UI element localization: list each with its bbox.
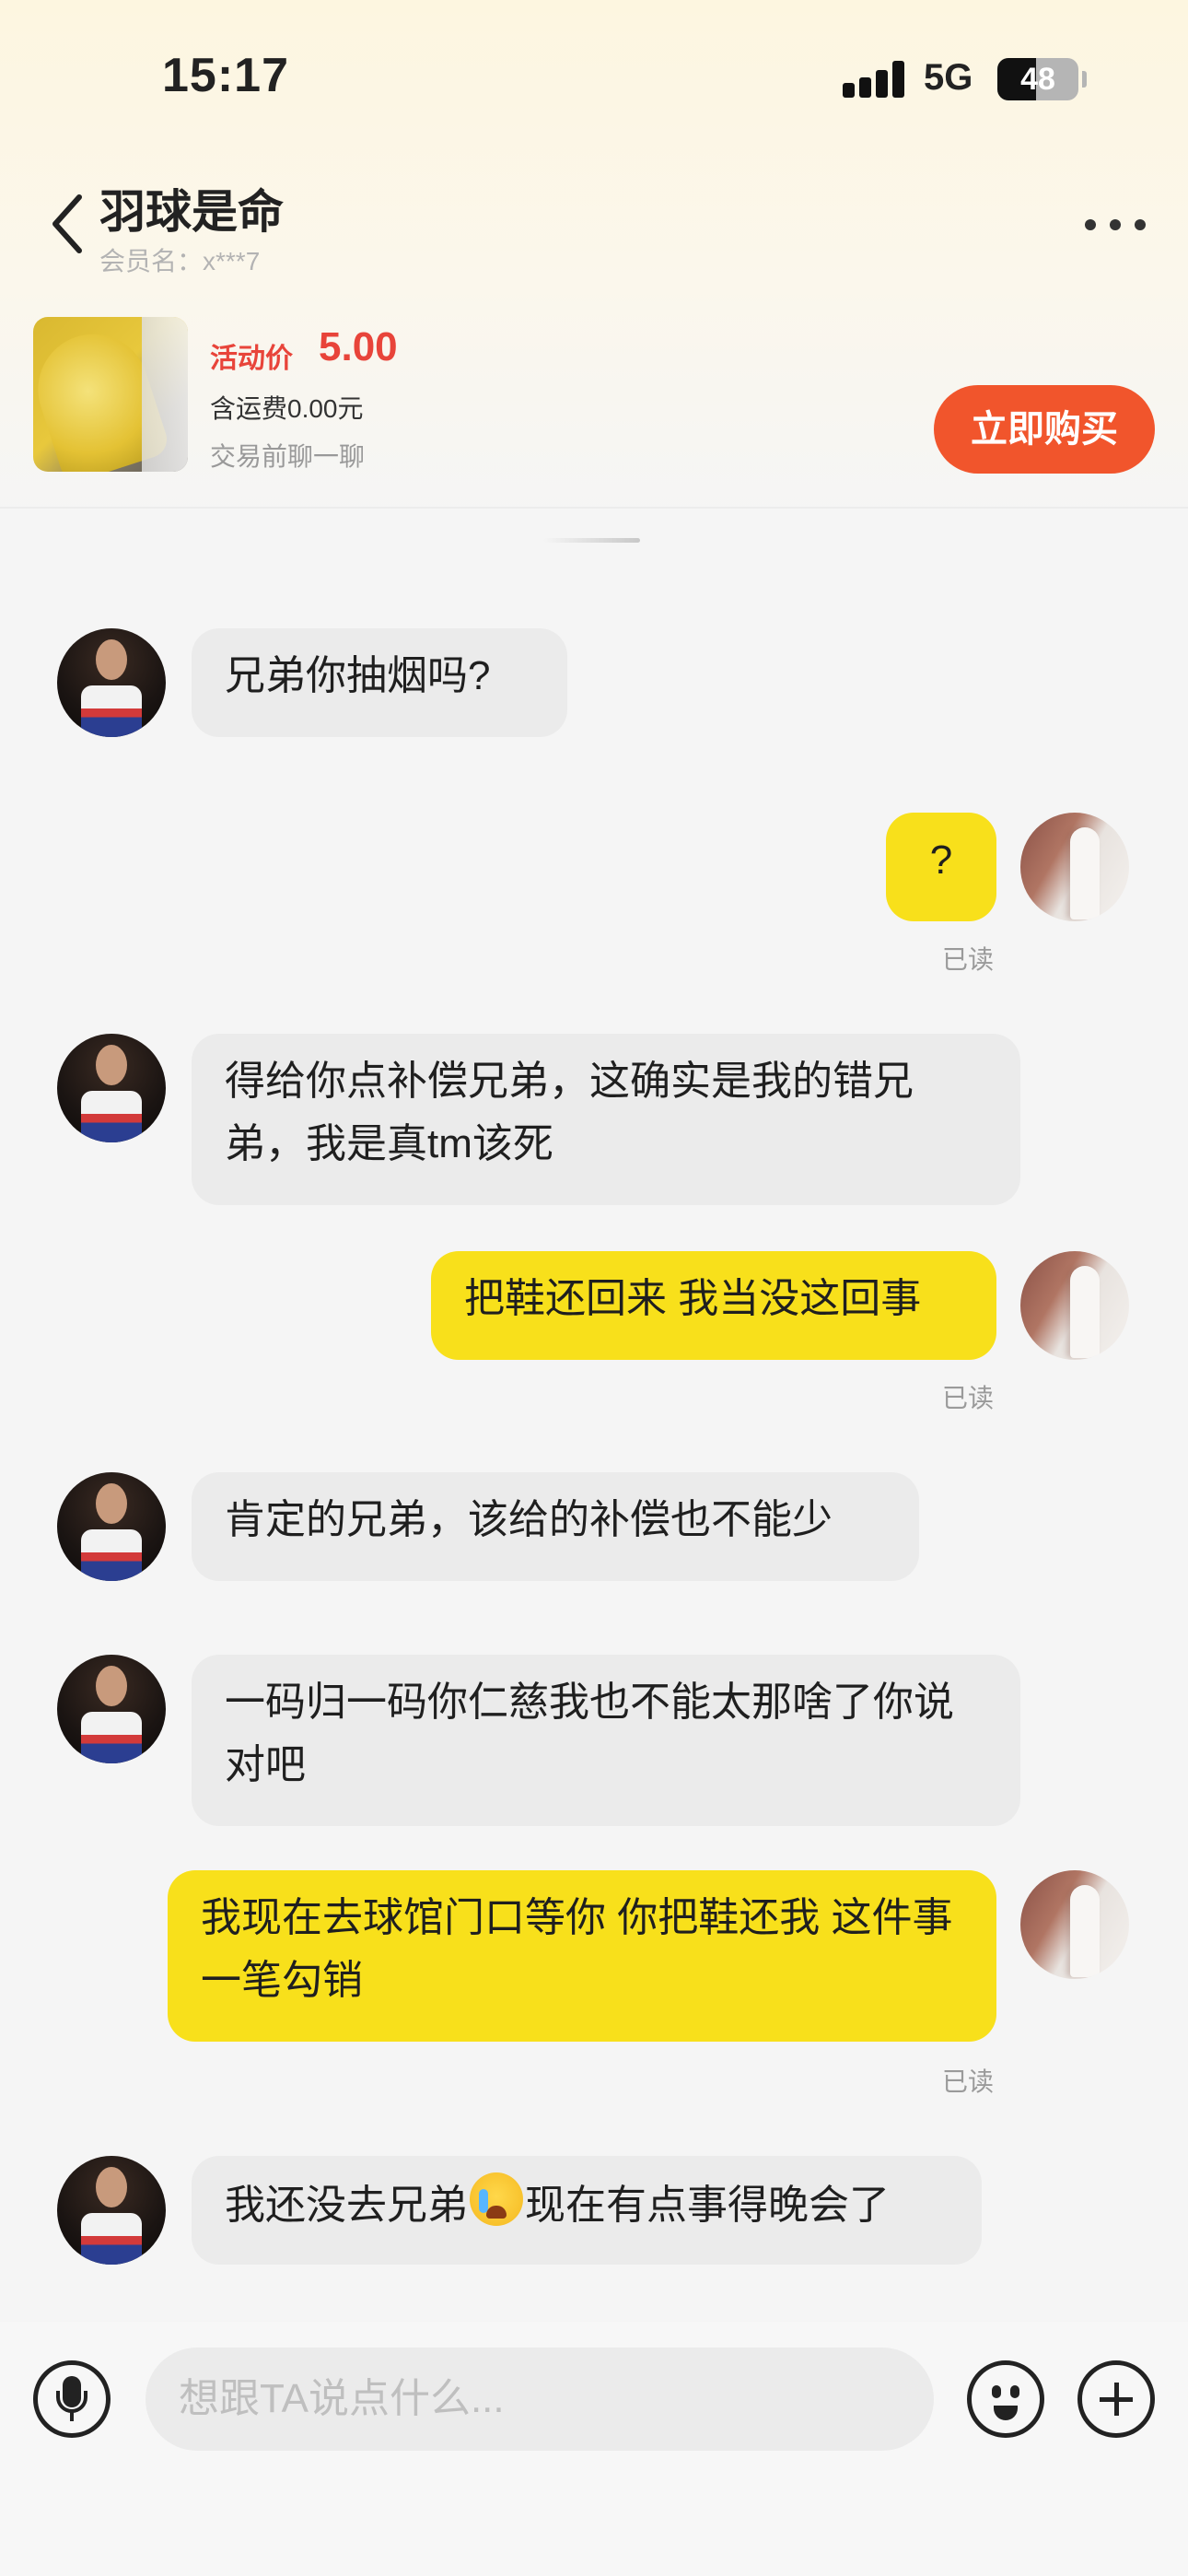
status-time: 15:17 — [162, 49, 289, 102]
message-bubble-out: 把鞋还回来 我当没这回事 — [431, 1251, 996, 1360]
battery-level: 48 — [1020, 62, 1055, 97]
avatar-other[interactable] — [57, 1034, 166, 1142]
member-name: 会员名：x***7 — [99, 247, 261, 275]
message-bubble-in: 兄弟你抽烟吗? — [192, 628, 567, 737]
avatar-other[interactable] — [57, 1655, 166, 1763]
message-bubble-in: 一码归一码你仁慈我也不能太那啥了你说对吧 — [192, 1655, 1020, 1826]
back-icon[interactable] — [46, 192, 92, 256]
read-receipt: 已读 — [942, 2067, 995, 2096]
scroll-indicator — [543, 538, 640, 543]
add-icon[interactable] — [1077, 2360, 1155, 2438]
price-tag: 活动价 — [210, 344, 293, 374]
buy-now-button[interactable]: 立即购买 — [934, 385, 1155, 474]
voice-icon[interactable] — [33, 2360, 111, 2438]
battery-icon: 48 — [997, 58, 1078, 100]
message-text: 现在有点事得晚会了 — [525, 2183, 890, 2228]
avatar-other[interactable] — [57, 1472, 166, 1581]
message-bubble-in: 肯定的兄弟，该给的补偿也不能少 — [192, 1472, 919, 1581]
message-input[interactable] — [146, 2348, 934, 2451]
message-text: 我还没去兄弟 — [225, 2183, 468, 2228]
chat-hint: 交易前聊一聊 — [210, 442, 366, 471]
avatar-self[interactable] — [1020, 1870, 1129, 1979]
shipping-info: 含运费0.00元 — [210, 394, 364, 423]
signal-icon — [843, 61, 905, 98]
message-bubble-in: 得给你点补偿兄弟，这确实是我的错兄弟，我是真tm该死 — [192, 1034, 1020, 1205]
message-bubble-out: ? — [886, 813, 996, 921]
avatar-self[interactable] — [1020, 1251, 1129, 1360]
avatar-other[interactable] — [57, 2156, 166, 2265]
message-bubble-in: 我还没去兄弟 现在有点事得晚会了 — [192, 2156, 982, 2265]
product-thumbnail[interactable] — [33, 317, 188, 472]
avatar-other[interactable] — [57, 628, 166, 737]
more-icon[interactable] — [1083, 216, 1147, 234]
chat-title: 羽球是命 — [99, 186, 284, 238]
avatar-self[interactable] — [1020, 813, 1129, 921]
emoji-icon[interactable] — [967, 2360, 1044, 2438]
read-receipt: 已读 — [942, 945, 995, 974]
crying-face-emoji — [470, 2172, 523, 2226]
price-value: 5.00 — [319, 324, 398, 369]
message-bubble-out: 我现在去球馆门口等你 你把鞋还我 这件事一笔勾销 — [168, 1870, 996, 2042]
header-divider — [0, 507, 1188, 509]
battery-tip — [1082, 71, 1087, 88]
network-type: 5G — [924, 57, 973, 98]
read-receipt: 已读 — [942, 1384, 995, 1412]
